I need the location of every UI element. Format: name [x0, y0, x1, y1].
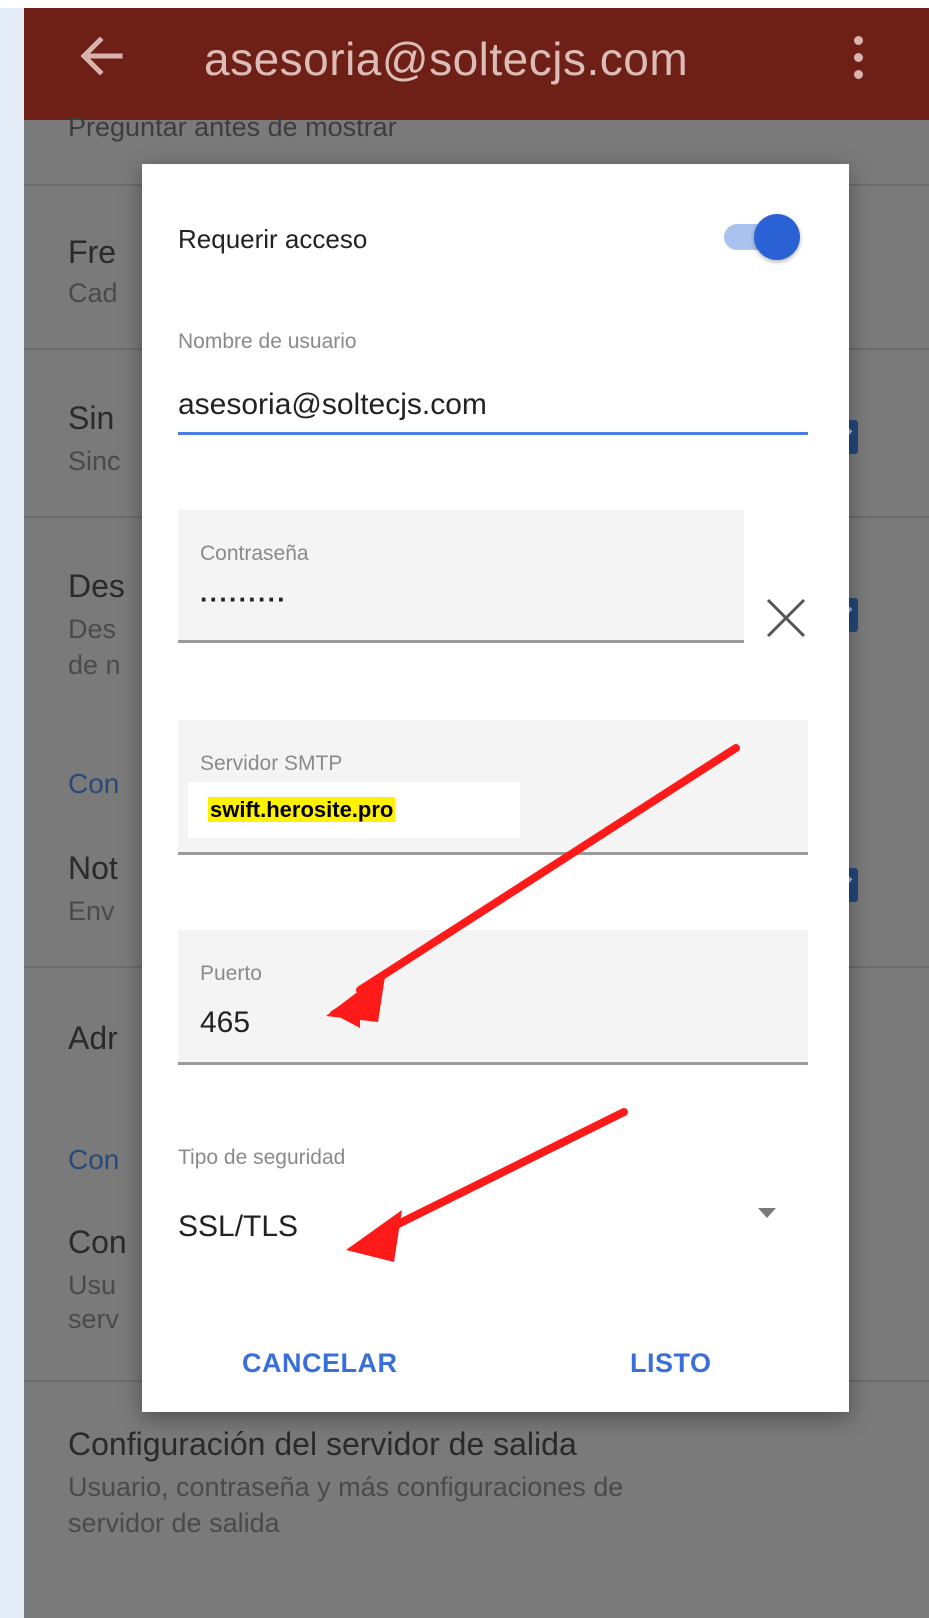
password-field[interactable] — [178, 510, 744, 642]
bg-item-title: Sin — [68, 400, 115, 436]
outgoing-server-title: Configuración del servidor de salida — [68, 1426, 577, 1462]
top-frame — [0, 0, 929, 8]
app-bar: asesoria@soltecjs.com — [24, 8, 929, 120]
bg-item-title: Des — [68, 568, 125, 604]
port-label: Puerto — [200, 962, 262, 985]
username-field[interactable]: asesoria@soltecjs.com — [178, 388, 487, 422]
password-value: ········· — [200, 584, 287, 614]
smtp-underline — [178, 852, 808, 855]
security-type-label: Tipo de seguridad — [178, 1146, 346, 1169]
bg-section-header: Con — [68, 1144, 120, 1175]
smtp-value: swift.herosite.pro — [208, 797, 396, 822]
close-icon[interactable] — [762, 594, 810, 642]
cancel-button[interactable]: CANCELAR — [242, 1348, 398, 1379]
smtp-label: Servidor SMTP — [200, 752, 343, 775]
bg-item-subtitle: de n — [68, 650, 121, 680]
port-field[interactable] — [178, 930, 808, 1064]
bg-item-subtitle: Env — [68, 896, 115, 926]
port-underline — [178, 1062, 808, 1065]
account-title: asesoria@soltecjs.com — [204, 33, 689, 85]
bg-partial-text: Preguntar antes de mostrar — [68, 112, 397, 142]
password-underline — [178, 640, 744, 643]
bg-item-title: Adr — [68, 1020, 118, 1056]
toggle-thumb — [754, 214, 800, 260]
username-label: Nombre de usuario — [178, 330, 357, 353]
outgoing-server-subtitle: Usuario, contraseña y más configuracione… — [68, 1472, 624, 1502]
left-frame — [0, 0, 24, 1618]
smtp-input[interactable]: swift.herosite.pro — [188, 782, 520, 838]
outgoing-server-subtitle: servidor de salida — [68, 1508, 280, 1538]
chevron-down-icon[interactable] — [758, 1208, 776, 1218]
done-button[interactable]: LISTO — [630, 1348, 712, 1379]
bg-item-title: Not — [68, 850, 118, 886]
incoming-settings-dialog: Requerir acceso Nombre de usuario asesor… — [142, 164, 849, 1412]
back-arrow-icon[interactable] — [72, 26, 132, 86]
overflow-menu-icon[interactable] — [846, 36, 870, 96]
require-access-label: Requerir acceso — [178, 224, 368, 254]
bg-item-subtitle: Cad — [68, 278, 118, 308]
security-type-select[interactable]: SSL/TLS — [178, 1210, 298, 1244]
bg-item-title: Con — [68, 1224, 127, 1260]
bg-item-subtitle: Usu — [68, 1270, 117, 1300]
require-access-toggle[interactable] — [724, 214, 804, 260]
phone-screen: asesoria@soltecjs.com Preguntar antes de… — [24, 8, 929, 1618]
username-underline — [178, 432, 808, 435]
bg-item-subtitle: Des — [68, 614, 117, 644]
bg-item-title: Fre — [68, 234, 116, 270]
bg-section-header: Con — [68, 768, 120, 799]
password-label: Contraseña — [200, 542, 309, 565]
port-value: 465 — [200, 1006, 251, 1039]
bg-item-subtitle: Sinc — [68, 446, 121, 476]
bg-item-subtitle: serv — [68, 1304, 120, 1334]
